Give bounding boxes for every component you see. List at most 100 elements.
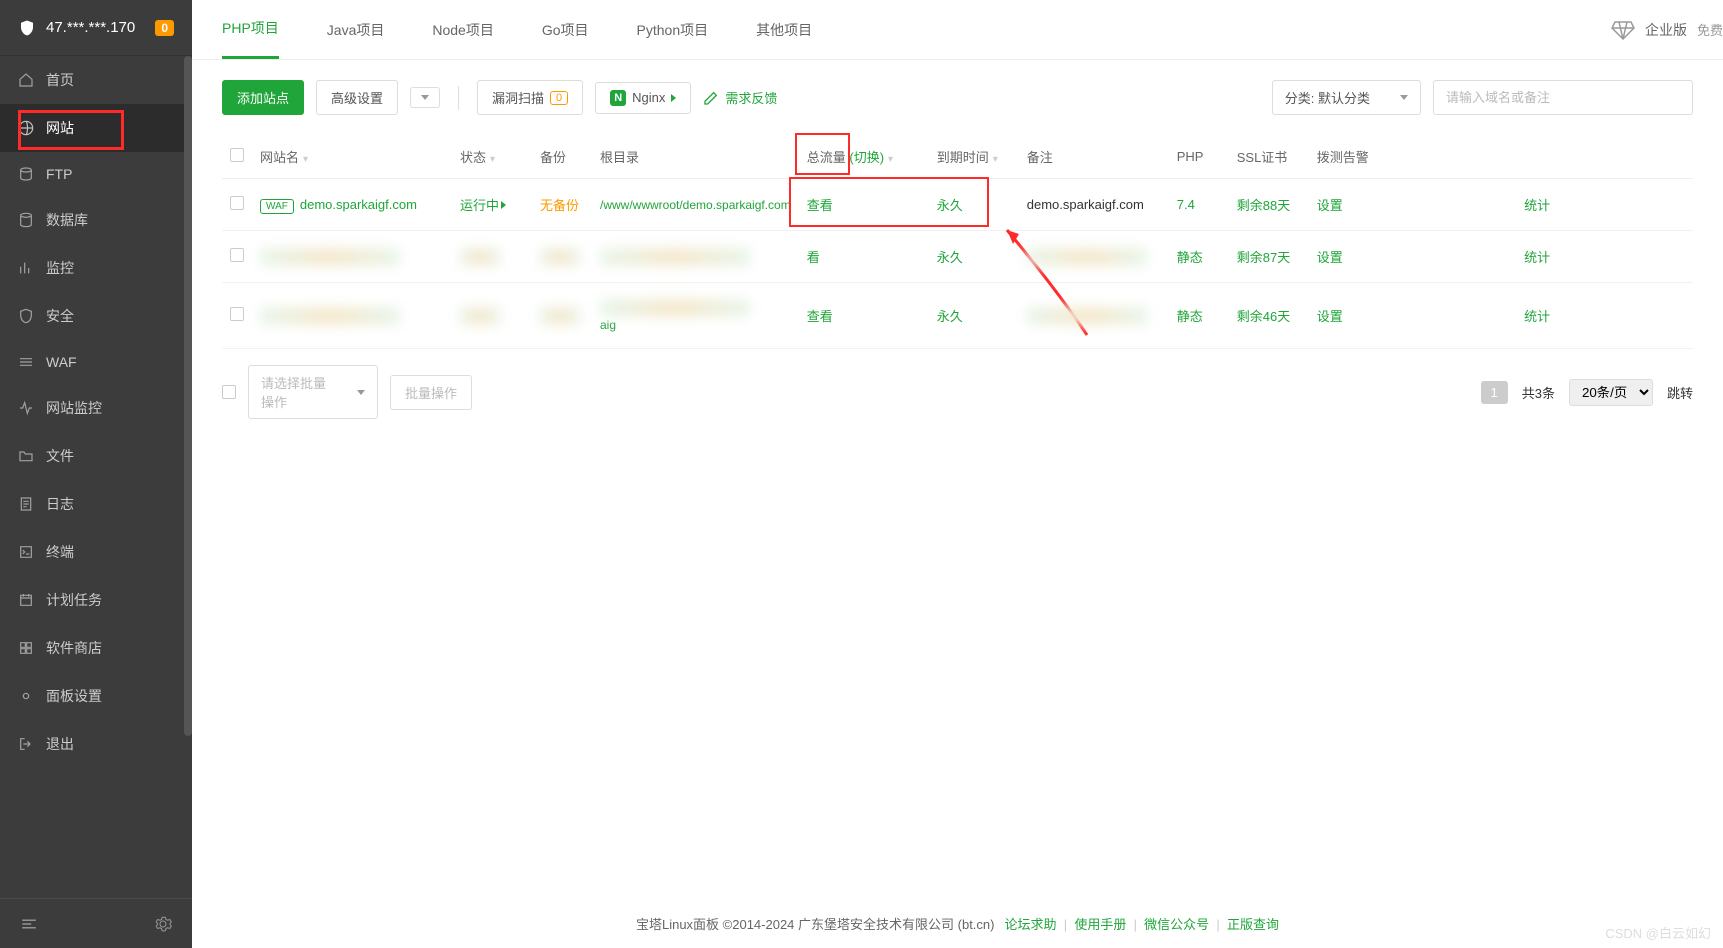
advanced-dropdown[interactable] [410,87,440,108]
sidebar-item-label: 日志 [46,494,74,514]
ssl-link[interactable]: 剩余87天 [1237,250,1290,265]
footer-link[interactable]: 正版查询 [1227,917,1279,932]
traffic-switch[interactable]: (切换) [849,150,884,165]
feedback-link[interactable]: 需求反馈 [703,88,777,107]
collapse-icon[interactable] [20,915,38,933]
batch-select[interactable]: 请选择批量操作 [248,365,378,419]
log-icon [18,496,34,512]
expire-link[interactable]: 永久 [937,309,963,324]
diamond-icon [1611,20,1635,40]
expire-link[interactable]: 永久 [937,250,963,265]
vuln-scan-label: 漏洞扫描 [492,88,544,107]
ssl-link[interactable]: 剩余88天 [1237,198,1290,213]
sidebar-item-log[interactable]: 日志 [0,480,192,528]
col-ssl[interactable]: SSL证书 [1237,150,1288,165]
php-link[interactable]: 7.4 [1177,197,1195,212]
sidebar-scrollbar[interactable] [184,56,192,736]
sidebar-item-apps[interactable]: 软件商店 [0,624,192,672]
divider [458,86,459,110]
nginx-button[interactable]: N Nginx [595,82,691,114]
sidebar-item-pulse[interactable]: 网站监控 [0,384,192,432]
advanced-settings-button[interactable]: 高级设置 [316,80,398,115]
col-php[interactable]: PHP [1177,149,1204,164]
sidebar-item-disk[interactable]: FTP [0,152,192,196]
site-link[interactable]: demo.sparkaigf.com [300,197,417,212]
sidebar-nav: 首页网站FTP 数据库监控安全WAF网站监控文件日志终端计划任务软件商店面板设置退… [0,56,192,898]
tab-3[interactable]: Go项目 [542,2,589,58]
php-link[interactable]: 静态 [1177,309,1203,324]
play-icon [501,201,506,209]
batch-exec-button[interactable]: 批量操作 [390,375,472,410]
chevron-down-icon [1400,95,1408,100]
select-all-checkbox[interactable] [230,148,244,162]
setting-link[interactable]: 设置 [1317,198,1343,213]
traffic-link[interactable]: 看 [807,250,820,265]
footer-link[interactable]: 微信公众号 [1144,917,1209,932]
page-size-select[interactable]: 20条/页 [1569,379,1653,406]
setting-link[interactable]: 设置 [1317,309,1343,324]
stat-link[interactable]: 统计 [1524,309,1550,324]
sidebar-item-home[interactable]: 首页 [0,56,192,104]
sidebar-item-exit[interactable]: 退出 [0,720,192,768]
root-link[interactable]: /www/wwwroot/demo.sparkaigf.com [600,198,791,212]
col-backup[interactable]: 备份 [540,150,566,165]
sidebar-item-calendar[interactable]: 计划任务 [0,576,192,624]
table-row: WAFdemo.sparkaigf.com 运行中 无备份 /www/wwwro… [222,179,1693,231]
footer-text: 宝塔Linux面板 ©2014-2024 广东堡塔安全技术有限公司 (bt.cn… [636,914,995,933]
category-label: 分类: 默认分类 [1285,88,1370,107]
col-status[interactable]: 状态 [460,150,486,165]
sidebar-item-shield[interactable]: 安全 [0,292,192,340]
status-running[interactable]: 运行中 [460,195,506,214]
stat-link[interactable]: 统计 [1524,250,1550,265]
col-remark[interactable]: 备注 [1027,150,1053,165]
home-icon [18,72,34,88]
sidebar-item-gear[interactable]: 面板设置 [0,672,192,720]
sidebar-item-terminal[interactable]: 终端 [0,528,192,576]
sidebar-item-globe[interactable]: 网站 [0,104,192,152]
col-site[interactable]: 网站名 [260,150,299,165]
col-alert[interactable]: 拨测告警 [1317,150,1369,165]
page-current[interactable]: 1 [1481,381,1508,404]
ssl-link[interactable]: 剩余46天 [1237,309,1290,324]
play-icon [671,94,676,102]
version-label[interactable]: 企业版 [1645,20,1687,40]
traffic-link[interactable]: 查看 [807,198,833,213]
sidebar-item-db[interactable]: 数据库 [0,196,192,244]
page-jump[interactable]: 跳转 [1667,383,1693,402]
sidebar-item-label: 监控 [46,258,74,278]
footer-link[interactable]: 使用手册 [1074,917,1126,932]
gear-icon[interactable] [154,915,172,933]
tab-0[interactable]: PHP项目 [222,0,279,59]
tab-5[interactable]: 其他项目 [756,2,812,58]
stat-link[interactable]: 统计 [1524,198,1550,213]
sidebar-item-folder[interactable]: 文件 [0,432,192,480]
tab-2[interactable]: Node项目 [432,2,493,58]
vuln-scan-button[interactable]: 漏洞扫描 0 [477,80,583,115]
alert-badge[interactable]: 0 [155,20,174,36]
sidebar-item-chart[interactable]: 监控 [0,244,192,292]
col-traffic[interactable]: 总流量 [807,150,846,165]
add-site-button[interactable]: 添加站点 [222,80,304,115]
col-expire[interactable]: 到期时间 [937,150,989,165]
category-select[interactable]: 分类: 默认分类 [1272,80,1421,115]
expire-link[interactable]: 永久 [937,198,963,213]
footer-link[interactable]: 论坛求助 [1004,917,1056,932]
col-root[interactable]: 根目录 [600,150,639,165]
select-all-footer[interactable] [222,385,236,399]
blurred-content [260,307,400,325]
batch-placeholder: 请选择批量操作 [261,373,327,411]
traffic-link[interactable]: 查看 [807,309,833,324]
php-link[interactable]: 静态 [1177,250,1203,265]
row-checkbox[interactable] [230,307,244,321]
blurred-content [600,299,750,317]
tab-1[interactable]: Java项目 [327,2,385,58]
chevron-down-icon [357,390,365,395]
tab-4[interactable]: Python项目 [637,2,709,58]
setting-link[interactable]: 设置 [1317,250,1343,265]
search-input[interactable] [1433,80,1693,115]
row-checkbox[interactable] [230,248,244,262]
sidebar-item-waf[interactable]: WAF [0,340,192,384]
row-checkbox[interactable] [230,196,244,210]
backup-link[interactable]: 无备份 [540,198,579,213]
sidebar-item-label: 数据库 [46,210,88,230]
